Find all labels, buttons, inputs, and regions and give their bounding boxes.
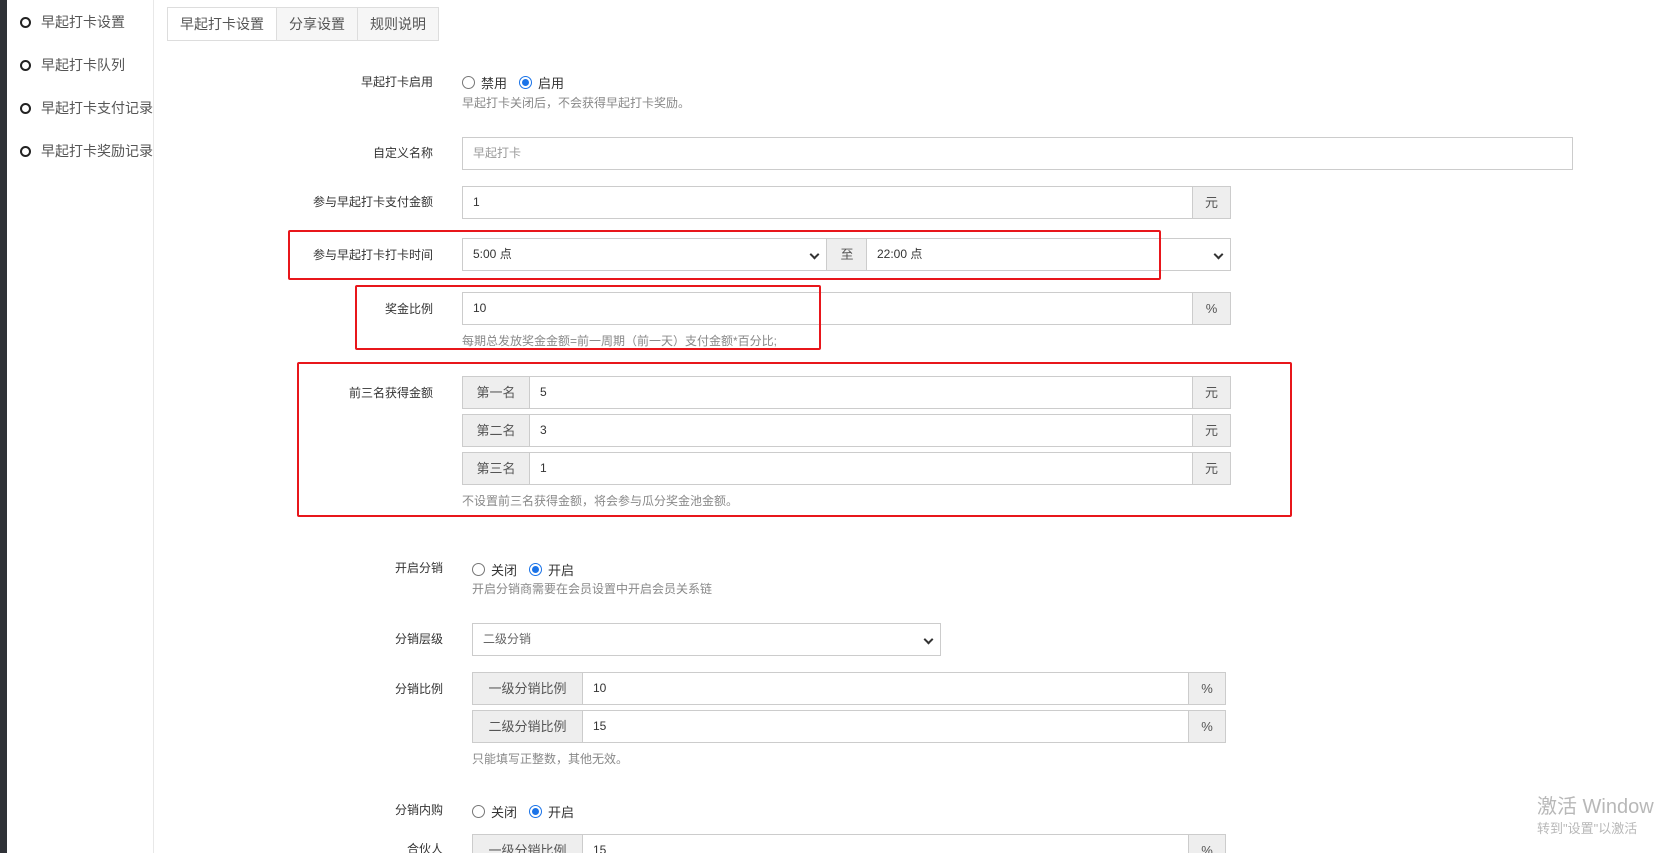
top-three-hint: 不设置前三名获得金额，将会参与瓜分奖金池金额。 <box>462 494 739 508</box>
rank-second-unit: 元 <box>1192 414 1231 447</box>
distribution-on-label: 开启 <box>548 563 575 578</box>
enable-radio[interactable] <box>519 76 533 89</box>
distribution-radio-group: 关闭 开启 <box>472 560 586 579</box>
distribution-label: 开启分销 <box>394 561 443 575</box>
custom-name-label: 自定义名称 <box>372 146 433 160</box>
level2-ratio-label: 二级分销比例 <box>472 710 583 743</box>
bonus-ratio-input[interactable]: 10 <box>462 292 1193 325</box>
enable-radio-group: 禁用 启用 <box>462 73 576 92</box>
sidebar-item-settings[interactable]: 早起打卡设置 <box>20 12 125 32</box>
level1-ratio-label: 一级分销比例 <box>472 672 583 705</box>
checkin-start-value: 5:00 点 <box>473 247 512 261</box>
bonus-ratio-hint: 每期总发放奖金金额=前一周期（前一天）支付金额*百分比; <box>462 334 778 348</box>
pay-amount-input[interactable]: 1 <box>462 186 1193 219</box>
inner-purchase-off-radio[interactable] <box>472 805 485 818</box>
inner-purchase-off-label: 关闭 <box>491 805 518 820</box>
level1-ratio-unit: % <box>1188 672 1226 705</box>
partner-level1-input[interactable]: 15 <box>582 834 1189 853</box>
chevron-down-icon <box>1213 249 1224 260</box>
chevron-down-icon <box>923 634 934 645</box>
rank-third-input[interactable]: 1 <box>529 452 1193 485</box>
distribution-ratio-label: 分销比例 <box>394 682 443 696</box>
circle-icon <box>20 102 31 114</box>
bonus-ratio-label: 奖金比例 <box>384 302 433 316</box>
partner-level1-label: 一级分销比例 <box>472 834 583 853</box>
checkin-time-label: 参与早起打卡打卡时间 <box>312 248 433 262</box>
custom-name-input[interactable]: 早起打卡 <box>462 137 1573 170</box>
sidebar-item-queue[interactable]: 早起打卡队列 <box>20 55 125 75</box>
sidebar-item-label: 早起打卡支付记录 <box>41 100 153 116</box>
tab-rules[interactable]: 规则说明 <box>358 7 439 41</box>
rank-first-label: 第一名 <box>462 376 530 409</box>
rank-second-label: 第二名 <box>462 414 530 447</box>
bonus-ratio-unit: % <box>1192 292 1231 325</box>
distribution-off-label: 关闭 <box>491 563 518 578</box>
distribution-level-select[interactable]: 二级分销 <box>472 623 941 656</box>
tab-checkin-settings[interactable]: 早起打卡设置 <box>167 7 277 41</box>
tab-bar: 早起打卡设置 分享设置 规则说明 <box>167 7 439 41</box>
enable-label: 早起打卡启用 <box>360 75 433 89</box>
partner-level1-unit: % <box>1188 834 1226 853</box>
sidebar-item-label: 早起打卡奖励记录 <box>41 143 153 159</box>
distribution-ratio-hint: 只能填写正整数，其他无效。 <box>472 752 629 766</box>
time-separator: 至 <box>826 238 868 271</box>
activation-watermark: 激活 Window <box>1537 796 1654 818</box>
rank-first-input[interactable]: 5 <box>529 376 1193 409</box>
activation-watermark-sub: 转到"设置"以激活 <box>1537 821 1638 836</box>
distribution-off-radio[interactable] <box>472 563 485 576</box>
rank-second-input[interactable]: 3 <box>529 414 1193 447</box>
partner-label: 合伙人 <box>406 842 443 853</box>
rank-first-unit: 元 <box>1192 376 1231 409</box>
level1-ratio-input[interactable]: 10 <box>582 672 1189 705</box>
distribution-level-value: 二级分销 <box>483 632 532 646</box>
circle-icon <box>20 59 31 71</box>
enable-hint: 早起打卡关闭后，不会获得早起打卡奖励。 <box>462 96 691 110</box>
rank-third-unit: 元 <box>1192 452 1231 485</box>
checkin-start-select[interactable]: 5:00 点 <box>462 238 827 271</box>
top-three-label: 前三名获得金额 <box>348 386 433 400</box>
sidebar-item-label: 早起打卡设置 <box>41 14 125 30</box>
distribution-on-radio[interactable] <box>529 563 543 576</box>
pay-amount-label: 参与早起打卡支付金额 <box>312 195 433 209</box>
checkin-end-select[interactable]: 22:00 点 <box>866 238 1231 271</box>
chevron-down-icon <box>809 249 820 260</box>
tab-share-settings[interactable]: 分享设置 <box>277 7 358 41</box>
checkin-end-value: 22:00 点 <box>877 247 923 261</box>
sidebar-item-payment-records[interactable]: 早起打卡支付记录 <box>20 98 153 118</box>
level2-ratio-unit: % <box>1188 710 1226 743</box>
level2-ratio-input[interactable]: 15 <box>582 710 1189 743</box>
inner-purchase-on-radio[interactable] <box>529 805 543 818</box>
circle-icon <box>20 145 31 157</box>
pay-amount-unit: 元 <box>1192 186 1231 219</box>
sidebar-item-label: 早起打卡队列 <box>41 57 125 73</box>
sidebar: 早起打卡设置 早起打卡队列 早起打卡支付记录 早起打卡奖励记录 <box>7 0 154 853</box>
rank-third-label: 第三名 <box>462 452 530 485</box>
circle-icon <box>20 16 31 28</box>
sidebar-item-reward-records[interactable]: 早起打卡奖励记录 <box>20 141 153 161</box>
enable-radio-label: 启用 <box>538 76 565 91</box>
inner-purchase-on-label: 开启 <box>548 805 575 820</box>
left-edge-bar <box>0 0 7 853</box>
disable-radio[interactable] <box>462 76 475 89</box>
disable-radio-label: 禁用 <box>481 76 508 91</box>
distribution-level-label: 分销层级 <box>394 632 443 646</box>
distribution-hint: 开启分销商需要在会员设置中开启会员关系链 <box>472 582 713 596</box>
inner-purchase-radio-group: 关闭 开启 <box>472 802 586 821</box>
inner-purchase-label: 分销内购 <box>394 803 443 817</box>
